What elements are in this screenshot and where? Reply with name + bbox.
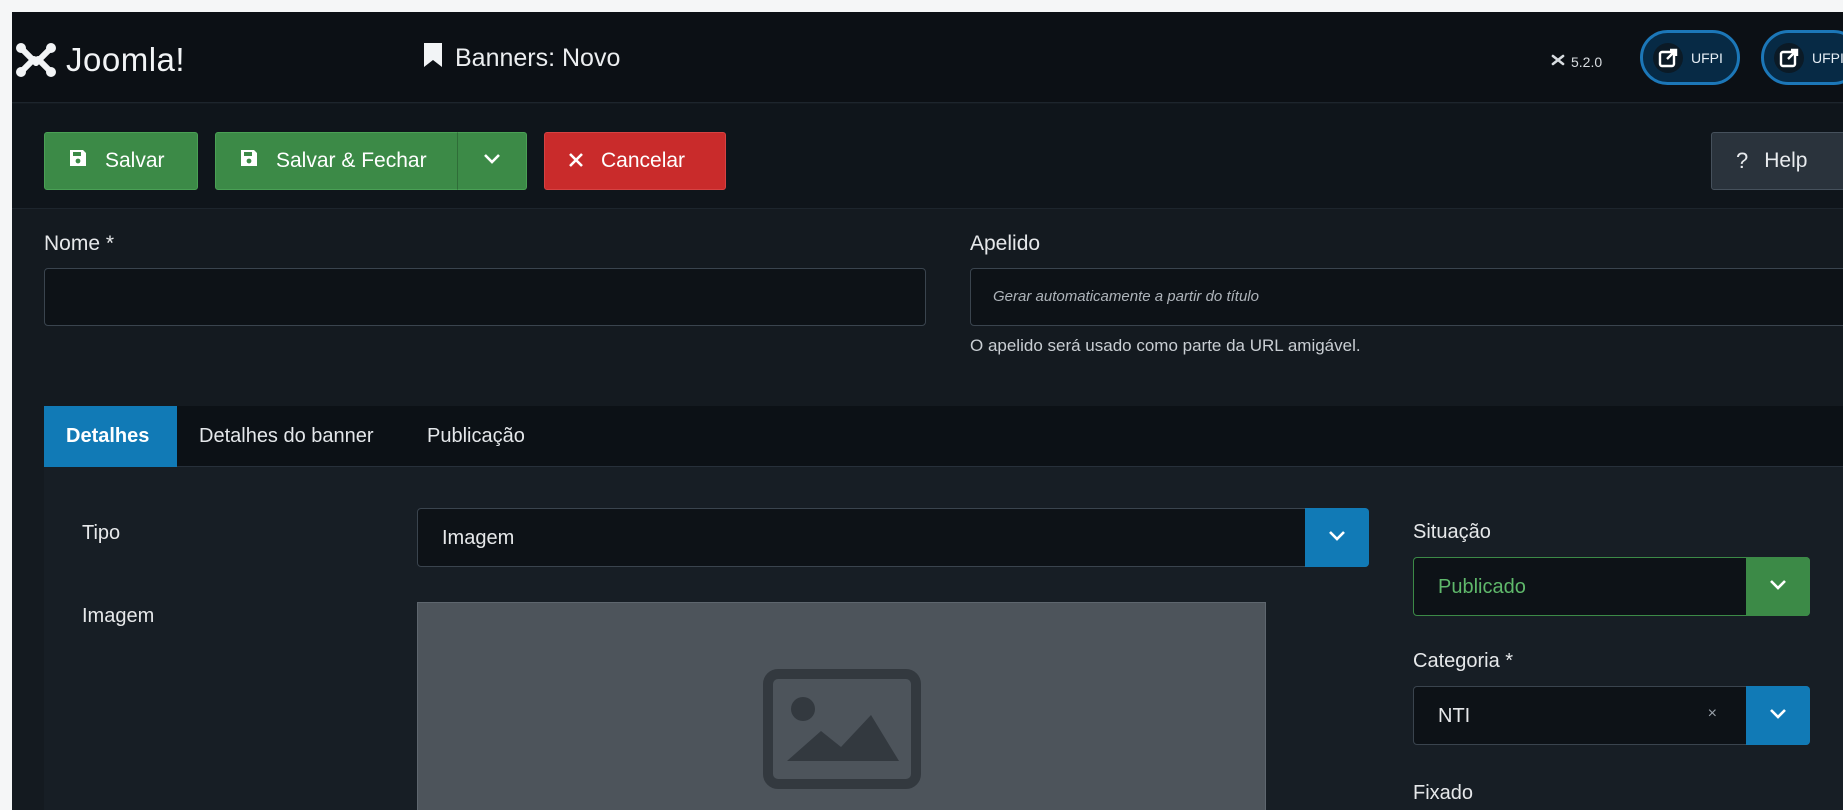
image-label: Imagem [82, 605, 155, 627]
logo-text: Joomla! [66, 41, 186, 78]
chevron-down-icon [1328, 529, 1346, 547]
cancel-button[interactable]: Cancelar [544, 132, 726, 190]
top-header: Joomla! Banners: Novo 5.2.0 UFPI UFPI [12, 12, 1843, 103]
cancel-label: Cancelar [601, 149, 686, 172]
tab-label: Publicação [427, 425, 525, 447]
joomla-logo[interactable]: Joomla! [14, 41, 185, 79]
joomla-small-icon [1550, 53, 1566, 70]
external-link-icon [1653, 42, 1683, 73]
save-label: Salvar [105, 149, 165, 172]
name-input[interactable] [44, 268, 926, 326]
site-link-label: UFPI [1812, 49, 1843, 66]
type-dropdown-toggle[interactable] [1305, 508, 1369, 567]
page-title-text: Banners: Novo [455, 44, 621, 72]
view-site-button[interactable]: UFPI [1640, 30, 1740, 85]
save-icon [240, 149, 258, 173]
save-options-dropdown[interactable] [457, 132, 527, 190]
external-link-icon [1774, 42, 1804, 73]
chevron-down-icon [483, 152, 501, 170]
alias-label: Apelido [970, 232, 1041, 255]
category-select[interactable]: NTI × [1413, 686, 1810, 745]
pinned-label: Fixado [1413, 782, 1474, 804]
status-label: Situação [1413, 521, 1491, 543]
chevron-down-icon [1769, 707, 1787, 725]
alias-help-text: O apelido será usado como parte da URL a… [970, 336, 1361, 355]
status-select[interactable]: Publicado [1413, 557, 1810, 616]
app-window: Joomla! Banners: Novo 5.2.0 UFPI UFPI Sa… [12, 12, 1843, 810]
page-title: Banners: Novo [423, 42, 620, 75]
type-select[interactable]: Imagem [417, 508, 1369, 567]
save-icon [69, 149, 87, 173]
category-dropdown-toggle[interactable] [1746, 686, 1810, 745]
tab-banner-details[interactable]: Detalhes do banner [177, 406, 396, 467]
version-text: 5.2.0 [1571, 53, 1603, 70]
save-and-close-label: Salvar & Fechar [276, 149, 427, 172]
alias-input[interactable]: Gerar automaticamente a partir do título [970, 268, 1843, 326]
clear-icon[interactable]: × [1708, 705, 1717, 723]
tab-bar: Detalhes Detalhes do banner Publicação [44, 406, 1843, 467]
joomla-version: 5.2.0 [1550, 53, 1602, 70]
tab-publishing[interactable]: Publicação [405, 406, 547, 467]
image-placeholder-icon [763, 669, 921, 794]
alias-placeholder: Gerar automaticamente a partir do título [993, 288, 1259, 305]
category-label: Categoria * [1413, 650, 1514, 672]
image-preview[interactable] [417, 602, 1266, 810]
bookmark-icon [423, 42, 443, 75]
joomla-logo-icon [14, 41, 58, 79]
name-label: Nome * [44, 232, 115, 255]
view-admin-site-button[interactable]: UFPI [1761, 30, 1843, 85]
help-label: Help [1764, 149, 1808, 172]
close-icon [569, 149, 583, 173]
help-button[interactable]: ? Help [1711, 132, 1843, 190]
category-value: NTI [1438, 705, 1471, 727]
type-label: Tipo [82, 522, 121, 544]
status-dropdown-toggle[interactable] [1746, 557, 1810, 616]
save-and-close-button[interactable]: Salvar & Fechar [215, 132, 458, 190]
chevron-down-icon [1769, 578, 1787, 596]
tab-label: Detalhes [66, 425, 150, 447]
site-link-label: UFPI [1691, 49, 1723, 66]
question-icon: ? [1736, 148, 1749, 173]
status-value: Publicado [1438, 576, 1526, 598]
toolbar: Salvar Salvar & Fechar Cancelar ? Help [12, 104, 1843, 209]
save-button[interactable]: Salvar [44, 132, 198, 190]
tab-details[interactable]: Detalhes [44, 406, 177, 467]
type-value: Imagem [442, 527, 515, 549]
tab-label: Detalhes do banner [199, 425, 374, 447]
